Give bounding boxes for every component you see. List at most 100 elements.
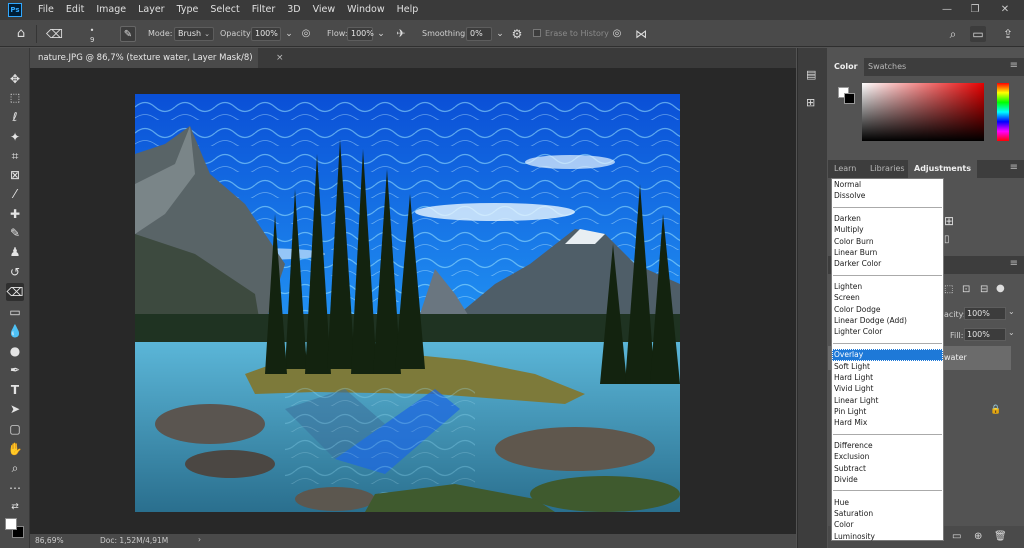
blend-mode-dissolve[interactable]: Dissolve [832,190,943,201]
type-tool-icon[interactable]: T [6,381,24,399]
blend-mode-darker-color[interactable]: Darker Color [832,258,943,269]
canvas-area[interactable] [30,68,796,534]
new-group-icon[interactable]: ▭ [952,531,961,542]
channel-mixer-icon[interactable]: ⊞ [944,214,954,228]
blend-mode-color-burn[interactable]: Color Burn [832,236,943,247]
layer-filter-toggle-icon[interactable]: ● [996,283,1005,294]
tab-adjustments[interactable]: Adjustments [908,160,977,178]
blend-mode-normal[interactable]: Normal [832,179,943,190]
blend-mode-vivid-light[interactable]: Vivid Light [832,383,943,394]
erase-history-checkbox[interactable] [533,29,541,37]
blend-mode-linear-burn[interactable]: Linear Burn [832,247,943,258]
menu-edit[interactable]: Edit [60,0,90,20]
properties-panel-icon[interactable]: ⊞ [806,96,820,110]
eyedropper-icon[interactable]: ⁄ [6,185,24,203]
symmetry-butterfly-icon[interactable]: ⋈ [633,26,649,42]
tab-color[interactable]: Color [828,58,864,76]
chevron-down-icon[interactable]: ⌄ [1008,328,1015,337]
frame-tool-icon[interactable]: ⊠ [6,166,24,184]
magic-wand-icon[interactable]: ✦ [6,128,24,146]
eraser-tool-icon[interactable]: ⌫ [46,26,63,42]
share-icon[interactable]: ⇪ [1000,26,1016,42]
blend-mode-linear-light[interactable]: Linear Light [832,395,943,406]
search-icon[interactable]: ⌕ [945,26,961,42]
menu-type[interactable]: Type [171,0,205,20]
close-button[interactable]: ✕ [994,0,1016,20]
new-layer-icon[interactable]: ⊕ [974,531,982,542]
blend-mode-luminosity[interactable]: Luminosity [832,531,943,542]
chevron-down-icon[interactable]: ⌄ [1008,307,1015,316]
pen-tool-icon[interactable]: ✒ [6,361,24,379]
blend-mode-difference[interactable]: Difference [832,440,943,451]
opacity-field[interactable]: 100% [251,27,281,41]
opacity-slider-icon[interactable]: ⌄ [281,26,297,42]
lock-position-icon[interactable]: ⊡ [962,284,970,295]
blend-mode-lighter-color[interactable]: Lighter Color [832,326,943,337]
document-tab[interactable]: nature.JPG @ 86,7% (texture water, Layer… [30,48,258,83]
history-brush-icon[interactable]: ↺ [6,263,24,281]
blend-mode-overlay[interactable]: Overlay [832,349,943,361]
zoom-level[interactable]: 86,69% [35,536,64,545]
blend-mode-exclusion[interactable]: Exclusion [832,451,943,462]
panel-menu-icon[interactable]: ≡ [1010,162,1018,173]
layer-fill-field[interactable]: 100% [964,328,1006,341]
minimize-button[interactable]: — [936,0,958,20]
smoothing-slider-icon[interactable]: ⌄ [492,26,508,42]
menu-3d[interactable]: 3D [281,0,306,20]
tab-swatches[interactable]: Swatches [862,58,912,76]
panel-menu-icon[interactable]: ≡ [1010,60,1018,71]
blend-mode-darken[interactable]: Darken [832,213,943,224]
mode-dropdown[interactable]: Brush ⌄ [174,27,214,41]
menu-filter[interactable]: Filter [246,0,282,20]
lock-transparency-icon[interactable]: ⬚ [944,284,953,295]
menu-view[interactable]: View [307,0,342,20]
blend-mode-subtract[interactable]: Subtract [832,463,943,474]
blend-mode-pin-light[interactable]: Pin Light [832,406,943,417]
blend-mode-screen[interactable]: Screen [832,292,943,303]
dodge-tool-icon[interactable]: ● [6,342,24,360]
status-menu-arrow[interactable]: › [198,535,201,544]
tab-learn[interactable]: Learn [828,160,862,178]
clone-stamp-icon[interactable]: ♟ [6,243,24,261]
tab-libraries[interactable]: Libraries [864,160,911,178]
selective-color-icon[interactable]: ▯ [944,234,950,245]
flow-slider-icon[interactable]: ⌄ [373,26,389,42]
blend-mode-hard-light[interactable]: Hard Light [832,372,943,383]
workspace-icon[interactable]: ▭ [970,26,986,42]
zoom-tool-icon[interactable]: ⌕ [6,459,24,477]
blend-mode-color-dodge[interactable]: Color Dodge [832,304,943,315]
more-tools-icon[interactable]: ⋯ [6,479,24,497]
blend-mode-dropdown[interactable]: Normal Dissolve Darken Multiply Color Burn Li… [831,178,944,541]
blend-mode-hard-mix[interactable]: Hard Mix [832,417,943,428]
blend-mode-divide[interactable]: Divide [832,474,943,485]
restore-button[interactable]: ❐ [964,0,986,20]
brush-tool-icon[interactable]: ✎ [6,224,24,242]
hue-slider[interactable] [997,83,1009,141]
eraser-tool-icon[interactable]: ⌫ [6,283,24,301]
swap-colors-icon[interactable]: ⇄ [6,498,24,516]
blend-mode-hue[interactable]: Hue [832,497,943,508]
blend-mode-saturation[interactable]: Saturation [832,508,943,519]
menu-file[interactable]: File [32,0,60,20]
menu-layer[interactable]: Layer [132,0,171,20]
layer-opacity-field[interactable]: 100% [964,307,1006,320]
blend-mode-soft-light[interactable]: Soft Light [832,361,943,372]
blend-mode-multiply[interactable]: Multiply [832,224,943,235]
blend-mode-color[interactable]: Color [832,519,943,530]
foreground-color-swatch[interactable] [5,518,17,530]
gear-icon[interactable]: ⚙ [509,26,525,42]
pressure-opacity-icon[interactable]: ◎ [298,26,314,42]
marquee-tool-icon[interactable]: ⬚ [6,89,24,107]
move-tool-icon[interactable]: ✥ [6,70,24,88]
blend-mode-linear-dodge-add[interactable]: Linear Dodge (Add) [832,315,943,326]
panel-background-swatch[interactable] [844,93,855,104]
blend-mode-lighten[interactable]: Lighten [832,281,943,292]
color-field[interactable] [862,83,984,141]
blur-tool-icon[interactable]: 💧 [6,322,24,340]
flow-field[interactable]: 100% [347,27,374,41]
gradient-tool-icon[interactable]: ▭ [6,303,24,321]
menu-select[interactable]: Select [204,0,245,20]
lock-artboard-icon[interactable]: ⊟ [980,284,988,295]
close-tab-icon[interactable]: × [276,48,284,68]
hand-tool-icon[interactable]: ✋ [6,440,24,458]
